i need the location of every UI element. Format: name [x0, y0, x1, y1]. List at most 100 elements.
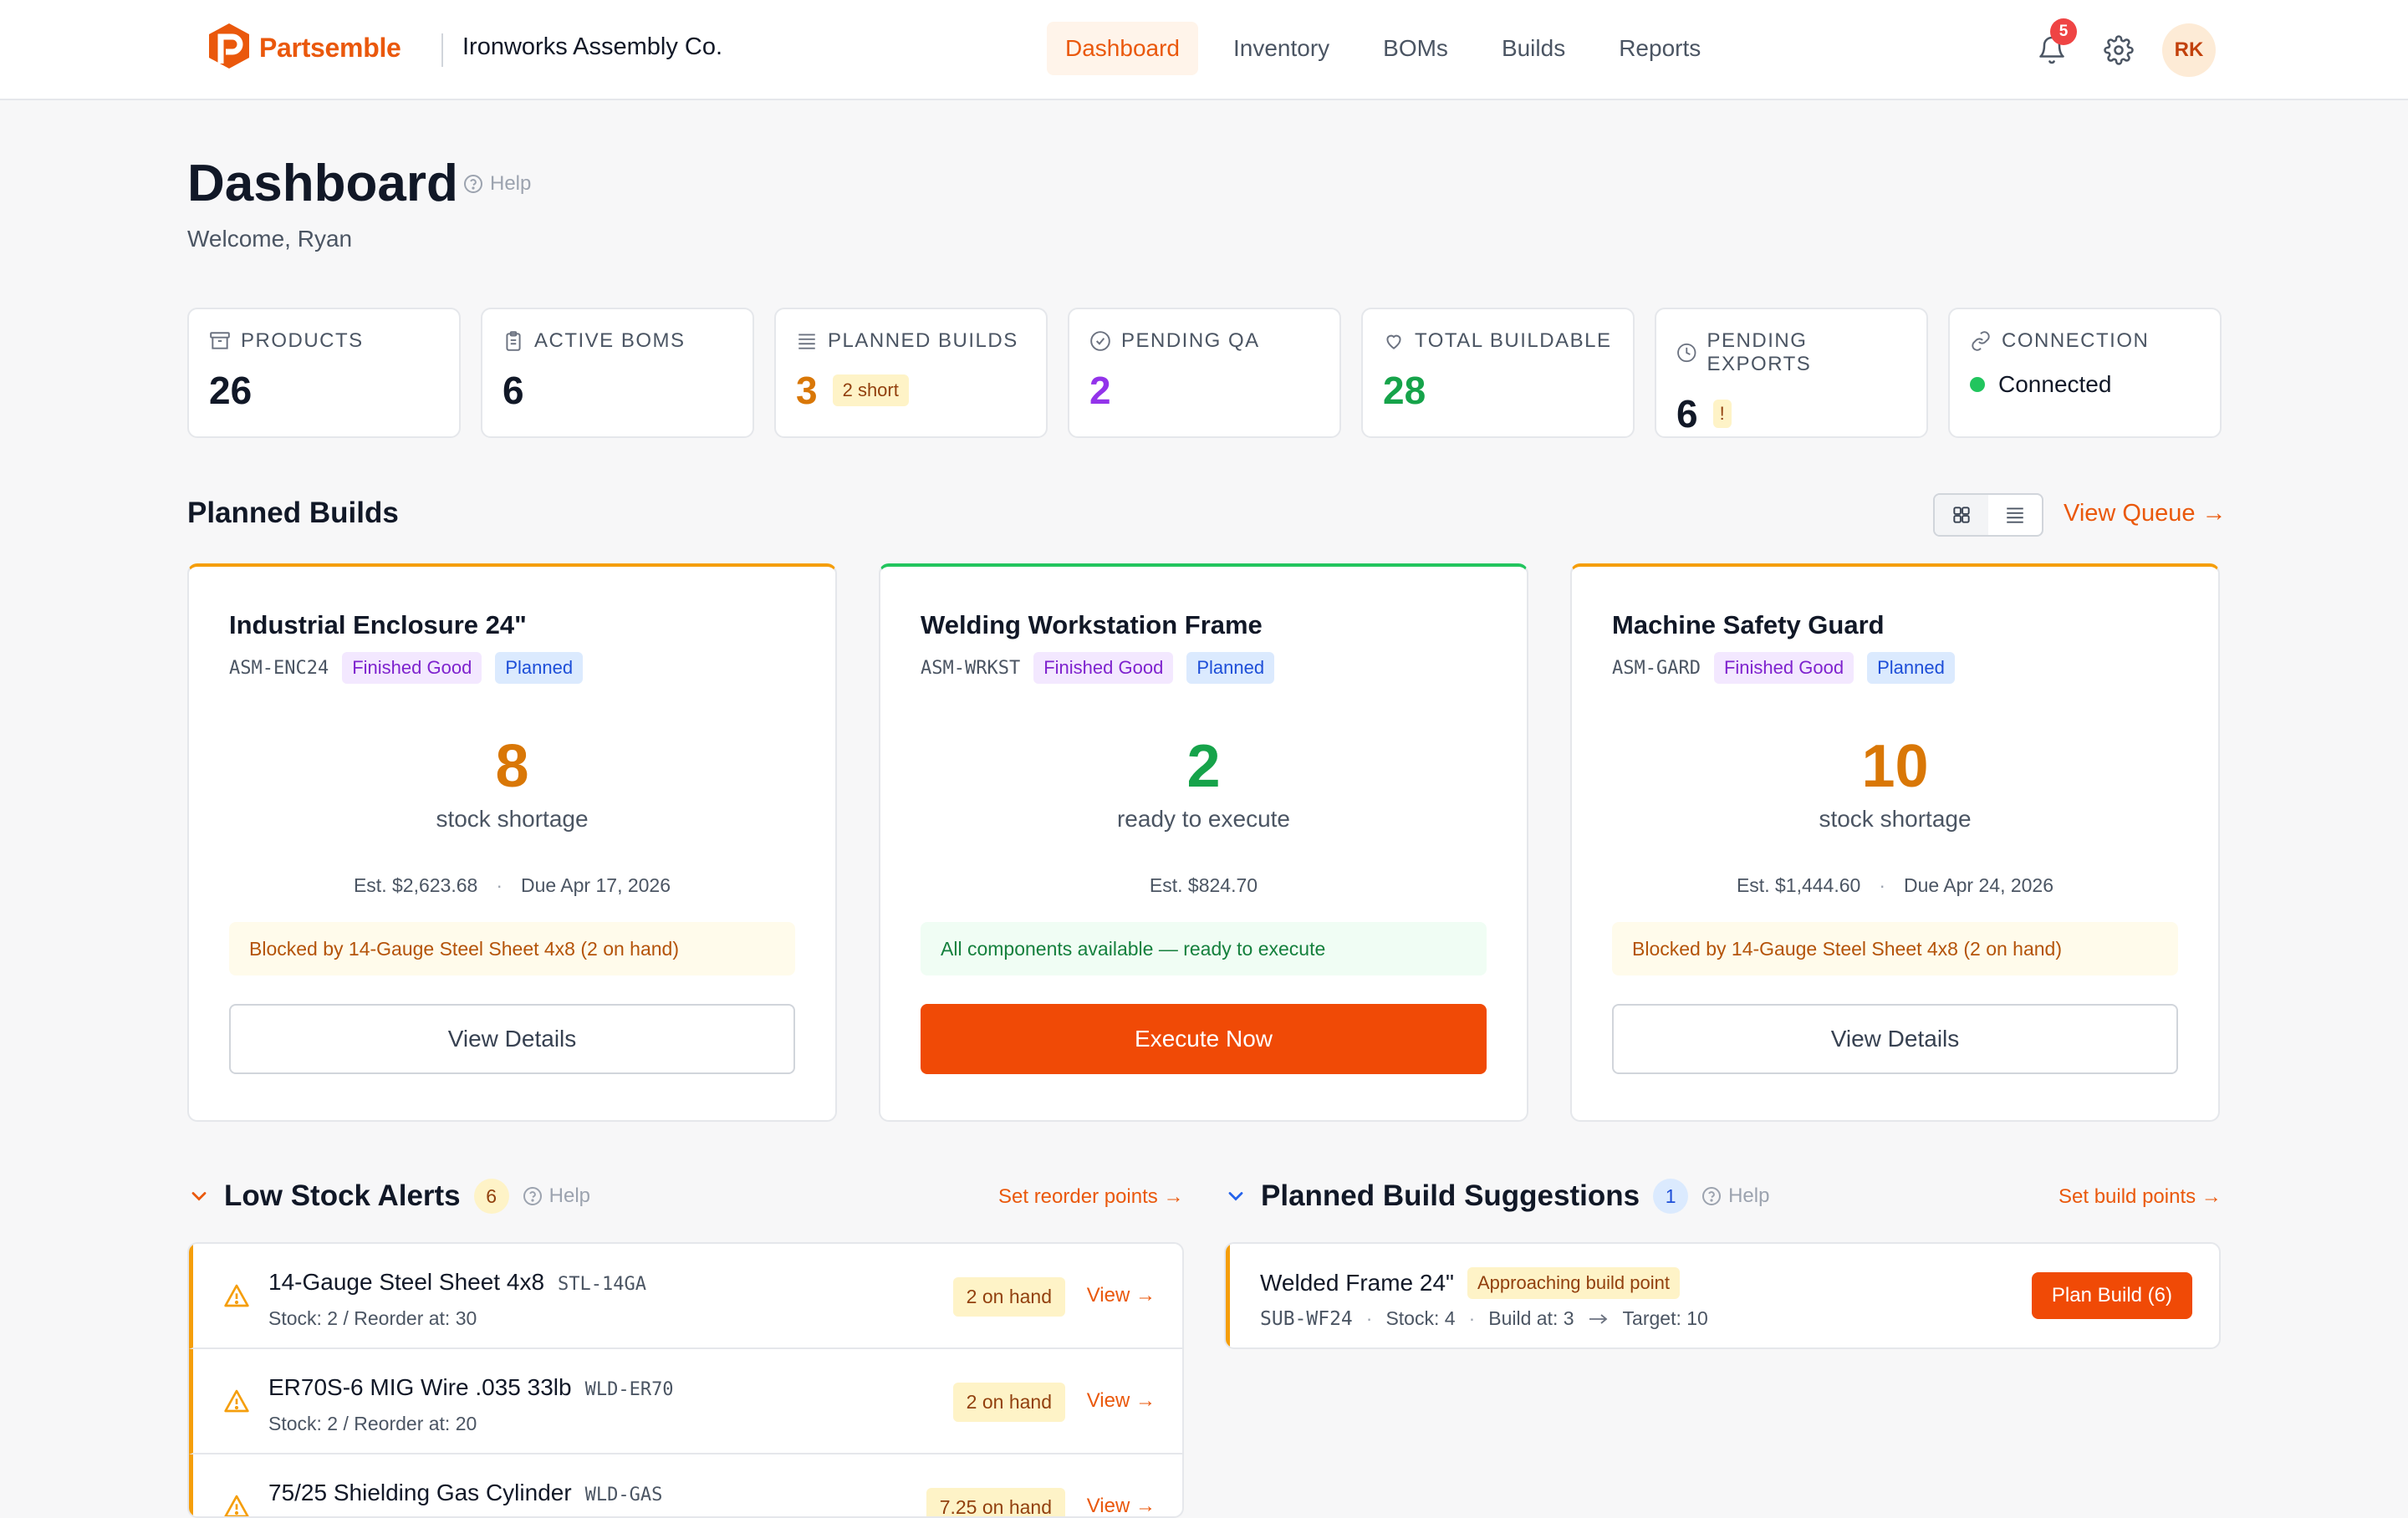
status-tag: Planned — [495, 652, 584, 684]
build-name: Machine Safety Guard — [1612, 610, 1885, 639]
list-item[interactable]: ER70S-6 MIG Wire .035 33lb WLD-ER70 Stock… — [189, 1349, 1182, 1454]
suggestion-sku: SUB-WF24 — [1260, 1307, 1353, 1330]
stat-products[interactable]: PRODUCTS 26 — [187, 308, 461, 438]
nav-reports[interactable]: Reports — [1600, 22, 1719, 75]
check-circle-icon — [1090, 331, 1110, 351]
nav-builds[interactable]: Builds — [1483, 22, 1584, 75]
view-details-button[interactable]: View Details — [1612, 1004, 2178, 1074]
list-view-button[interactable] — [1988, 495, 2042, 535]
stat-value: 28 — [1383, 369, 1426, 412]
stat-label: ACTIVE BOMS — [534, 329, 686, 352]
warning-icon — [224, 1389, 249, 1413]
help-circle-icon — [1702, 1187, 1722, 1205]
stat-pending-exports[interactable]: PENDING EXPORTS 6 ! — [1655, 308, 1928, 438]
arrow-right-icon — [1589, 1313, 1607, 1324]
help-label: Help — [490, 172, 532, 195]
view-link[interactable]: View → — [1087, 1389, 1156, 1413]
stat-value: 6 — [503, 369, 524, 412]
build-card: Welding Workstation Frame ASM-WRKST Fini… — [879, 563, 1528, 1122]
view-details-button[interactable]: View Details — [229, 1004, 795, 1074]
stat-value: 26 — [209, 369, 253, 412]
notifications-button[interactable]: 5 — [2028, 18, 2077, 75]
nav-dashboard[interactable]: Dashboard — [1047, 22, 1198, 75]
gear-icon — [2104, 35, 2134, 65]
execute-now-button[interactable]: Execute Now — [921, 1004, 1487, 1074]
company-name: Ironworks Assembly Co. — [462, 33, 723, 60]
item-sku: STL-14GA — [558, 1274, 646, 1295]
low-stock-count: 6 — [473, 1179, 509, 1214]
build-status-caption: stock shortage — [1819, 806, 1972, 832]
build-sku: ASM-WRKST — [921, 657, 1021, 679]
page-title: Dashboard — [187, 155, 458, 212]
stat-total-buildable[interactable]: TOTAL BUILDABLE 28 — [1361, 308, 1635, 438]
on-hand-badge: 2 on hand — [952, 1383, 1065, 1422]
set-build-points-link[interactable]: Set build points → — [2059, 1185, 2222, 1209]
stat-pending-qa[interactable]: PENDING QA 2 — [1068, 308, 1341, 438]
stat-label: PRODUCTS — [241, 329, 364, 352]
type-tag: Finished Good — [342, 652, 482, 684]
help-circle-icon — [523, 1187, 542, 1205]
top-actions: 5 RK — [2028, 18, 2216, 77]
list-item[interactable]: 75/25 Shielding Gas Cylinder WLD-GAS 7.25… — [189, 1454, 1182, 1516]
list-item[interactable]: 14-Gauge Steel Sheet 4x8 STL-14GA Stock: … — [189, 1244, 1182, 1349]
nav-inventory[interactable]: Inventory — [1215, 22, 1348, 75]
page-help-link[interactable]: Help — [463, 172, 531, 196]
status-tag: Planned — [1867, 652, 1955, 684]
build-estimate: Est. $824.70 — [1149, 874, 1258, 896]
plan-build-button[interactable]: Plan Build (6) — [2031, 1272, 2192, 1319]
clipboard-icon — [506, 331, 521, 351]
suggestion-stock: Stock: 4 — [1385, 1307, 1456, 1329]
stat-planned-builds[interactable]: PLANNED BUILDS 3 2 short — [774, 308, 1048, 438]
build-name: Welding Workstation Frame — [921, 610, 1263, 639]
stat-connection[interactable]: CONNECTION Connected — [1948, 308, 2222, 438]
status-tag: Planned — [1186, 652, 1275, 684]
build-status-caption: ready to execute — [1116, 806, 1291, 832]
user-avatar[interactable]: RK — [2162, 23, 2216, 77]
list-icon — [2007, 507, 2023, 523]
build-quantity: 2 — [1186, 733, 1221, 800]
stat-label: PENDING QA — [1121, 329, 1260, 352]
archive-icon — [210, 332, 230, 349]
view-queue-link[interactable]: View Queue → — [2064, 500, 2227, 527]
build-sku: ASM-GARD — [1612, 657, 1701, 679]
grid-view-button[interactable] — [1935, 495, 1988, 535]
stat-value: 3 — [796, 369, 818, 412]
suggestion-target: Target: 10 — [1622, 1307, 1708, 1329]
build-name: Industrial Enclosure 24" — [229, 610, 527, 639]
warning-icon — [224, 1495, 249, 1516]
suggestions-list: Welded Frame 24" Approaching build point… — [1224, 1242, 2221, 1349]
type-tag: Finished Good — [1713, 652, 1854, 684]
settings-button[interactable] — [2095, 25, 2142, 75]
item-name: ER70S-6 MIG Wire .035 33lb — [268, 1374, 572, 1400]
low-stock-help[interactable]: Help — [523, 1184, 590, 1208]
build-quantity: 10 — [1861, 733, 1929, 800]
low-stock-list: 14-Gauge Steel Sheet 4x8 STL-14GA Stock: … — [187, 1242, 1184, 1518]
suggestion-build-at: Build at: 3 — [1488, 1307, 1574, 1329]
set-reorder-points-link[interactable]: Set reorder points → — [998, 1185, 1183, 1209]
build-sku: ASM-ENC24 — [229, 657, 329, 679]
view-link[interactable]: View → — [1087, 1495, 1156, 1516]
partsemble-logo-icon — [209, 23, 249, 69]
logo[interactable]: Partsemble — [206, 22, 401, 74]
chevron-down-icon[interactable] — [1224, 1184, 1247, 1208]
build-estimate: Est. $2,623.68 — [353, 874, 478, 896]
item-stock-info: Stock: 2 / Reorder at: 20 — [268, 1413, 477, 1434]
chevron-down-icon[interactable] — [187, 1184, 211, 1208]
heart-icon — [1386, 334, 1401, 349]
ready-note: All components available — ready to exec… — [921, 922, 1487, 975]
stat-cards: PRODUCTS 26 ACTIVE BOMS 6 PLANNED BUILDS… — [187, 308, 2222, 438]
nav-boms[interactable]: BOMs — [1365, 22, 1467, 75]
warning-icon — [224, 1284, 249, 1307]
stat-active-boms[interactable]: ACTIVE BOMS 6 — [481, 308, 754, 438]
view-link[interactable]: View → — [1087, 1284, 1156, 1307]
stat-value: 2 — [1089, 369, 1111, 412]
suggestions-help[interactable]: Help — [1701, 1184, 1769, 1208]
low-stock-title: Low Stock Alerts — [224, 1179, 461, 1212]
warning-chip: ! — [1712, 400, 1732, 428]
list-icon — [798, 334, 815, 349]
list-item: Welded Frame 24" Approaching build point… — [1226, 1244, 2219, 1347]
connection-status-dot — [1970, 377, 1985, 392]
divider — [441, 33, 443, 67]
link-icon — [1972, 331, 1990, 351]
connection-status: Connected — [1998, 371, 2112, 397]
